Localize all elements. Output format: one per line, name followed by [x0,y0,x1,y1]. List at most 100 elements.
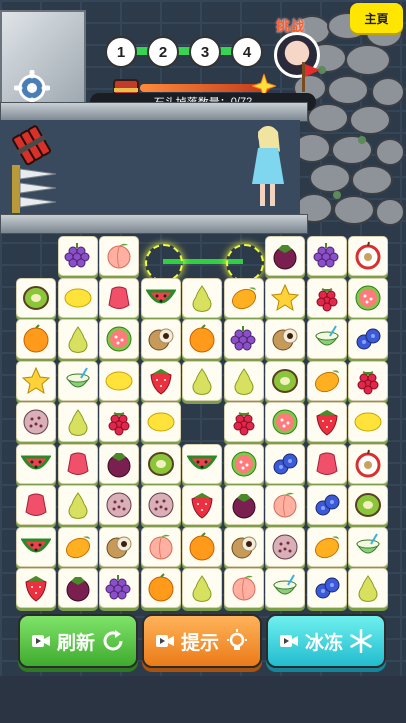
fruit-tile-pear[interactable] [57,319,98,359]
refresh-icon [103,630,123,651]
fruit-tile-grape[interactable] [99,568,139,608]
fruit-tile-waxapple[interactable] [306,443,347,484]
fruit-tile-lemon[interactable] [348,402,388,442]
fruit-tile-kiwi[interactable] [265,360,305,401]
grape-icon [64,243,89,268]
fruit-tile-pear[interactable] [223,360,264,401]
fruit-tile-lemon[interactable] [140,402,181,442]
fruit-tile-pear[interactable] [57,485,98,525]
fruit-tile-kiwi[interactable] [140,443,181,484]
video-icon [31,635,50,647]
fruit-tile-waxapple[interactable] [57,443,98,484]
fruit-tile-orange[interactable] [182,319,222,359]
fruit-tile-watermelon[interactable] [16,443,56,484]
refresh-button[interactable]: 刷新 [18,614,138,668]
grape-icon [230,326,255,351]
fruit-tile-apple[interactable] [348,443,388,484]
blueberry-icon [315,494,339,516]
fruit-tile-lemon[interactable] [99,360,139,401]
coconut-icon [65,366,90,387]
fruit-tile-passionfruit[interactable] [16,402,56,442]
fruit-tile-mango[interactable] [223,277,264,318]
orange-icon [189,531,215,560]
fruit-tile-raspberry[interactable] [99,402,139,442]
fruit-tile-waxapple[interactable] [16,485,56,525]
fruit-tile-coconut[interactable] [348,526,388,567]
fruit-tile-peach[interactable] [265,485,305,525]
waxapple-icon [315,452,338,475]
fruit-tile-raspberry[interactable] [348,360,388,401]
peach-icon [273,492,297,518]
passionfruit-icon [106,492,132,518]
passionfruit-icon [272,534,298,559]
fruit-tile-blueberry[interactable] [306,485,347,525]
fruit-tile-pear[interactable] [57,402,98,442]
fruit-tile-pear[interactable] [182,568,222,608]
fruit-tile-kiwi[interactable] [16,277,56,318]
fruit-tile-peach[interactable] [140,526,181,567]
peach-icon [232,575,255,601]
fruit-tile-apple[interactable] [348,236,388,276]
hint-button[interactable]: 提示 [142,614,262,668]
fruit-tile-lemon[interactable] [57,277,98,318]
fruit-tile-mango[interactable] [306,526,347,567]
level-dot-1: 1 [105,36,137,68]
fruit-tile-peach[interactable] [99,236,139,276]
fruit-tile-blueberry[interactable] [306,568,347,608]
fruit-tile-strawberry[interactable] [16,568,56,608]
fruit-tile-strawberry[interactable] [140,360,181,401]
kiwi-icon [23,285,49,310]
fruit-tile-guava[interactable] [348,277,388,318]
freeze-button[interactable]: 冰冻 [266,614,386,668]
mango-icon [314,369,339,392]
fruit-tile-passionfruit[interactable] [265,526,305,567]
fruit-tile-watermelon[interactable] [16,526,56,567]
fruit-tile-kiwi[interactable] [348,485,388,525]
fruit-tile-mangosteen[interactable] [99,443,139,484]
fruit-tile-orange[interactable] [182,526,222,567]
gear-icon[interactable] [14,70,50,106]
fruit-tile-strawberry[interactable] [306,402,347,442]
fruit-tile-passionfruit[interactable] [140,485,181,525]
fruit-tile-longan[interactable] [223,526,264,567]
fruit-tile-coconut[interactable] [57,360,98,401]
fruit-tile-orange[interactable] [16,319,56,359]
raspberry-icon [357,370,379,394]
fruit-tile-coconut[interactable] [306,319,347,359]
fruit-tile-waxapple[interactable] [99,277,139,318]
fruit-tile-raspberry[interactable] [306,277,347,318]
fruit-tile-watermelon[interactable] [140,277,181,318]
fruit-tile-longan[interactable] [99,526,139,567]
fruit-tile-grape[interactable] [223,319,264,359]
fruit-tile-coconut[interactable] [265,568,305,608]
fruit-tile-passionfruit[interactable] [99,485,139,525]
fruit-tile-mangosteen[interactable] [57,568,98,608]
fruit-tile-mangosteen[interactable] [223,485,264,525]
fruit-tile-guava[interactable] [223,443,264,484]
fruit-tile-raspberry[interactable] [223,402,264,442]
fruit-tile-starfruit[interactable] [16,360,56,401]
home-button[interactable]: 主頁 [350,3,403,33]
fruit-tile-peach[interactable] [223,568,264,608]
fruit-tile-mango[interactable] [306,360,347,401]
fruit-tile-guava[interactable] [265,402,305,442]
fruit-tile-starfruit[interactable] [265,277,305,318]
fruit-tile-blueberry[interactable] [265,443,305,484]
fruit-tile-orange[interactable] [140,568,181,608]
fruit-tile-grape[interactable] [306,236,347,276]
guava-icon [231,451,256,476]
fruit-tile-grape[interactable] [57,236,98,276]
fruit-tile-blueberry[interactable] [348,319,388,359]
fruit-tile-pear[interactable] [182,360,222,401]
fruit-tile-mangosteen[interactable] [265,236,305,276]
fruit-tile-longan[interactable] [265,319,305,359]
fruit-tile-longan[interactable] [140,319,181,359]
fruit-tile-pear[interactable] [182,277,222,318]
kiwi-icon [355,493,381,517]
fruit-tile-guava[interactable] [99,319,139,359]
fruit-tile-watermelon[interactable] [182,443,222,484]
fruit-tile-mango[interactable] [57,526,98,567]
level-dot-3: 3 [189,36,221,68]
fruit-tile-pear[interactable] [348,568,388,608]
fruit-tile-strawberry[interactable] [182,485,222,525]
